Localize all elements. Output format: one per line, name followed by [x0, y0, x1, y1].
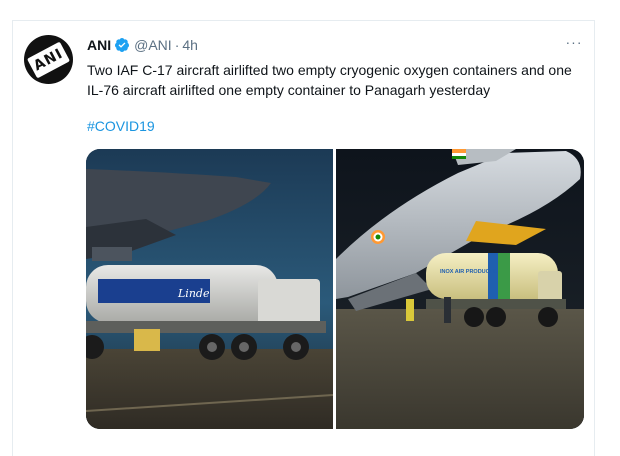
- linde-brand-text: Linde: [177, 287, 210, 300]
- avatar[interactable]: ANI: [24, 35, 73, 84]
- worker: [406, 299, 414, 321]
- separator-dot: ·: [174, 37, 180, 53]
- inox-brand-text: INOX AIR PRODUCTS: [440, 269, 497, 275]
- more-options-icon[interactable]: ···: [565, 35, 583, 51]
- right-photo[interactable]: INOX AIR PRODUCTS: [336, 149, 584, 429]
- hashtag-link[interactable]: #COVID19: [87, 118, 155, 134]
- media-grid[interactable]: Linde INOX AIR PRODUCTS: [86, 149, 584, 429]
- verified-badge-icon: [114, 37, 130, 53]
- timestamp[interactable]: 4h: [182, 37, 198, 53]
- ani-logo: ANI: [27, 41, 70, 79]
- display-name[interactable]: ANI: [87, 37, 111, 53]
- left-photo[interactable]: Linde: [86, 149, 334, 429]
- media-divider: [333, 149, 336, 429]
- worker: [444, 297, 451, 323]
- tweet-header: ANI @ANI · 4h: [87, 35, 198, 55]
- tweet-text: Two IAF C-17 aircraft airlifted two empt…: [87, 62, 572, 98]
- handle[interactable]: @ANI: [134, 37, 172, 53]
